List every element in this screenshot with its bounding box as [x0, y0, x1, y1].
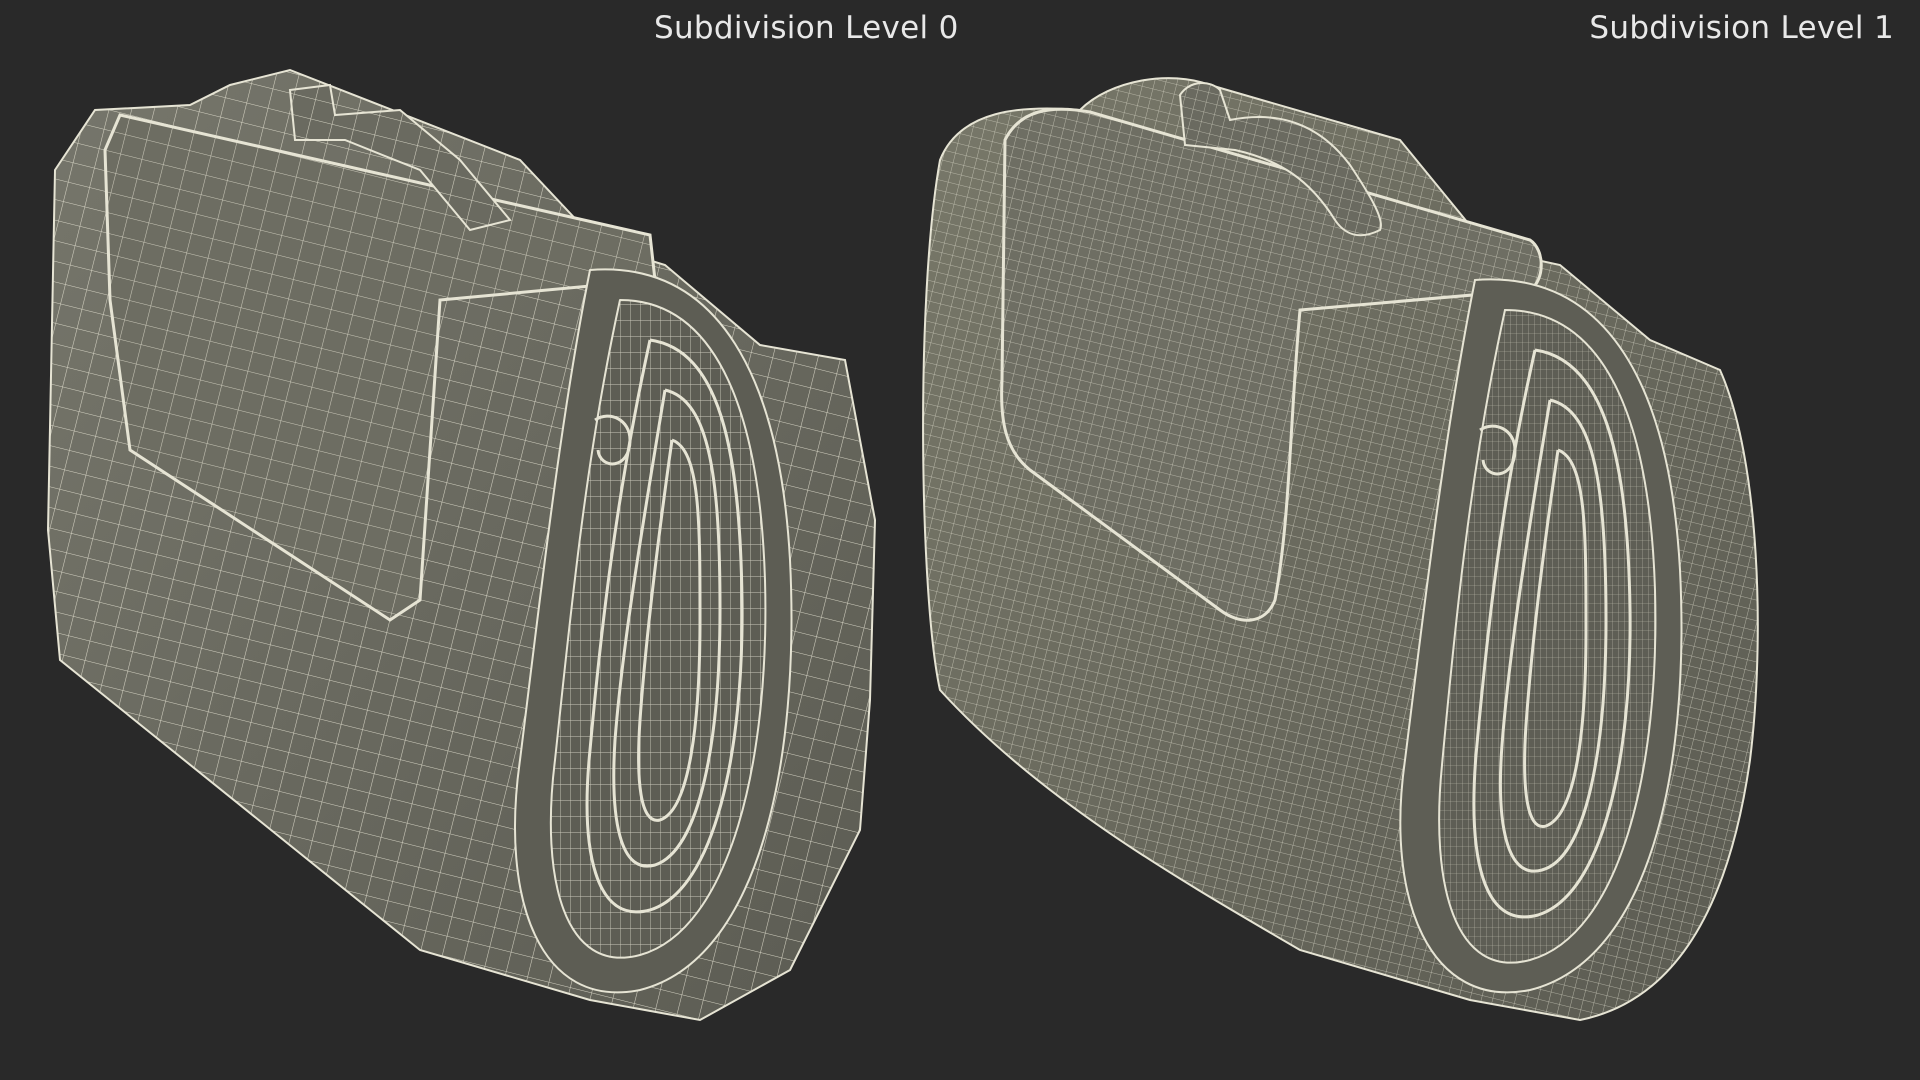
- blanket-render-level-1: [880, 0, 1840, 1080]
- blanket-wireframe-level-1: [922, 77, 1759, 1022]
- blanket-wireframe-level-0: [46, 68, 877, 1022]
- blanket-render-level-0: [0, 0, 960, 1080]
- viewport: Subdivision Level 0 Subdivision Level 1: [0, 0, 1920, 1080]
